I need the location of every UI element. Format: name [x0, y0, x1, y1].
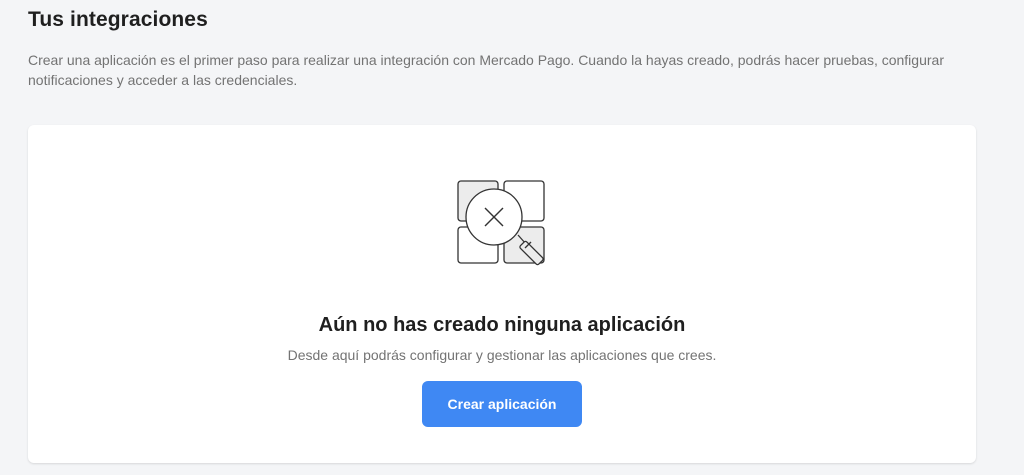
empty-state-card: Aún no has creado ninguna aplicación Des… — [28, 125, 976, 463]
page-description: Crear una aplicación es el primer paso p… — [28, 52, 944, 88]
page-title: Tus integraciones — [28, 8, 208, 31]
integrations-page: Tus integraciones Crear una aplicación e… — [0, 0, 1024, 475]
create-application-button[interactable]: Crear aplicación — [422, 381, 582, 427]
grid-search-no-results-icon — [457, 180, 545, 266]
empty-state-title: Aún no has creado ninguna aplicación — [318, 314, 686, 336]
empty-state-subtitle: Desde aquí podrás configurar y gestionar… — [287, 347, 717, 363]
